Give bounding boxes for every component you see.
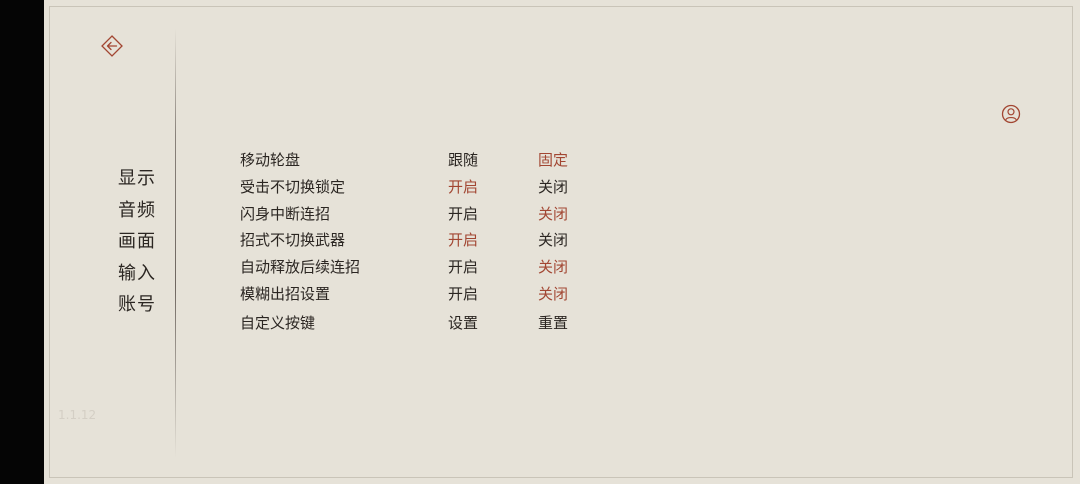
left-black-bar (0, 0, 44, 484)
profile-button[interactable] (1000, 103, 1022, 125)
nav-item-account[interactable]: 账号 (110, 292, 170, 324)
set-keys-button[interactable]: 设置 (448, 311, 478, 335)
option-on[interactable]: 开启 (448, 228, 478, 252)
setting-label: 受击不切换锁定 (240, 177, 346, 196)
setting-row-hit-lock: 受击不切换锁定 开启 关闭 (240, 175, 620, 202)
setting-label: 自定义按键 (240, 313, 316, 332)
nav-item-input[interactable]: 输入 (110, 261, 170, 293)
option-off[interactable]: 关闭 (538, 255, 568, 279)
settings-nav: 显示 音频 画面 输入 账号 (110, 166, 170, 324)
settings-list: 移动轮盘 跟随 固定 受击不切换锁定 开启 关闭 闪身中断连招 开启 关闭 招式… (240, 148, 620, 338)
option-off[interactable]: 关闭 (538, 202, 568, 226)
option-fixed[interactable]: 固定 (538, 148, 568, 172)
nav-item-graphics[interactable]: 画面 (110, 229, 170, 261)
reset-keys-button[interactable]: 重置 (538, 311, 568, 335)
setting-row-auto-combo: 自动释放后续连招 开启 关闭 (240, 255, 620, 282)
setting-label: 闪身中断连招 (240, 204, 331, 223)
setting-row-custom-keys: 自定义按键 设置 重置 (240, 311, 620, 338)
option-off[interactable]: 关闭 (538, 228, 568, 252)
sidebar-divider (175, 28, 176, 458)
back-arrow-icon (101, 35, 123, 57)
settings-screen: 显示 音频 画面 输入 账号 1.1.12 移动轮盘 跟随 固定 受击不切换锁定… (0, 0, 1080, 484)
setting-label: 自动释放后续连招 (240, 258, 361, 277)
setting-row-skill-weapon: 招式不切换武器 开启 关闭 (240, 228, 620, 255)
nav-item-display[interactable]: 显示 (110, 166, 170, 198)
setting-label: 招式不切换武器 (240, 231, 346, 250)
version-label: 1.1.12 (58, 408, 97, 422)
option-on[interactable]: 开启 (448, 202, 478, 226)
option-off[interactable]: 关闭 (538, 175, 568, 199)
setting-label: 模糊出招设置 (240, 284, 331, 303)
option-on[interactable]: 开启 (448, 255, 478, 279)
setting-row-move-wheel: 移动轮盘 跟随 固定 (240, 148, 620, 175)
option-off[interactable]: 关闭 (538, 282, 568, 306)
user-profile-icon (1001, 104, 1021, 124)
nav-item-audio[interactable]: 音频 (110, 198, 170, 230)
option-on[interactable]: 开启 (448, 175, 478, 199)
option-on[interactable]: 开启 (448, 282, 478, 306)
option-follow[interactable]: 跟随 (448, 148, 478, 172)
setting-row-fuzzy-input: 模糊出招设置 开启 关闭 (240, 282, 620, 309)
back-button[interactable] (100, 34, 124, 58)
setting-row-dodge-interrupt: 闪身中断连招 开启 关闭 (240, 202, 620, 229)
setting-label: 移动轮盘 (240, 151, 301, 169)
